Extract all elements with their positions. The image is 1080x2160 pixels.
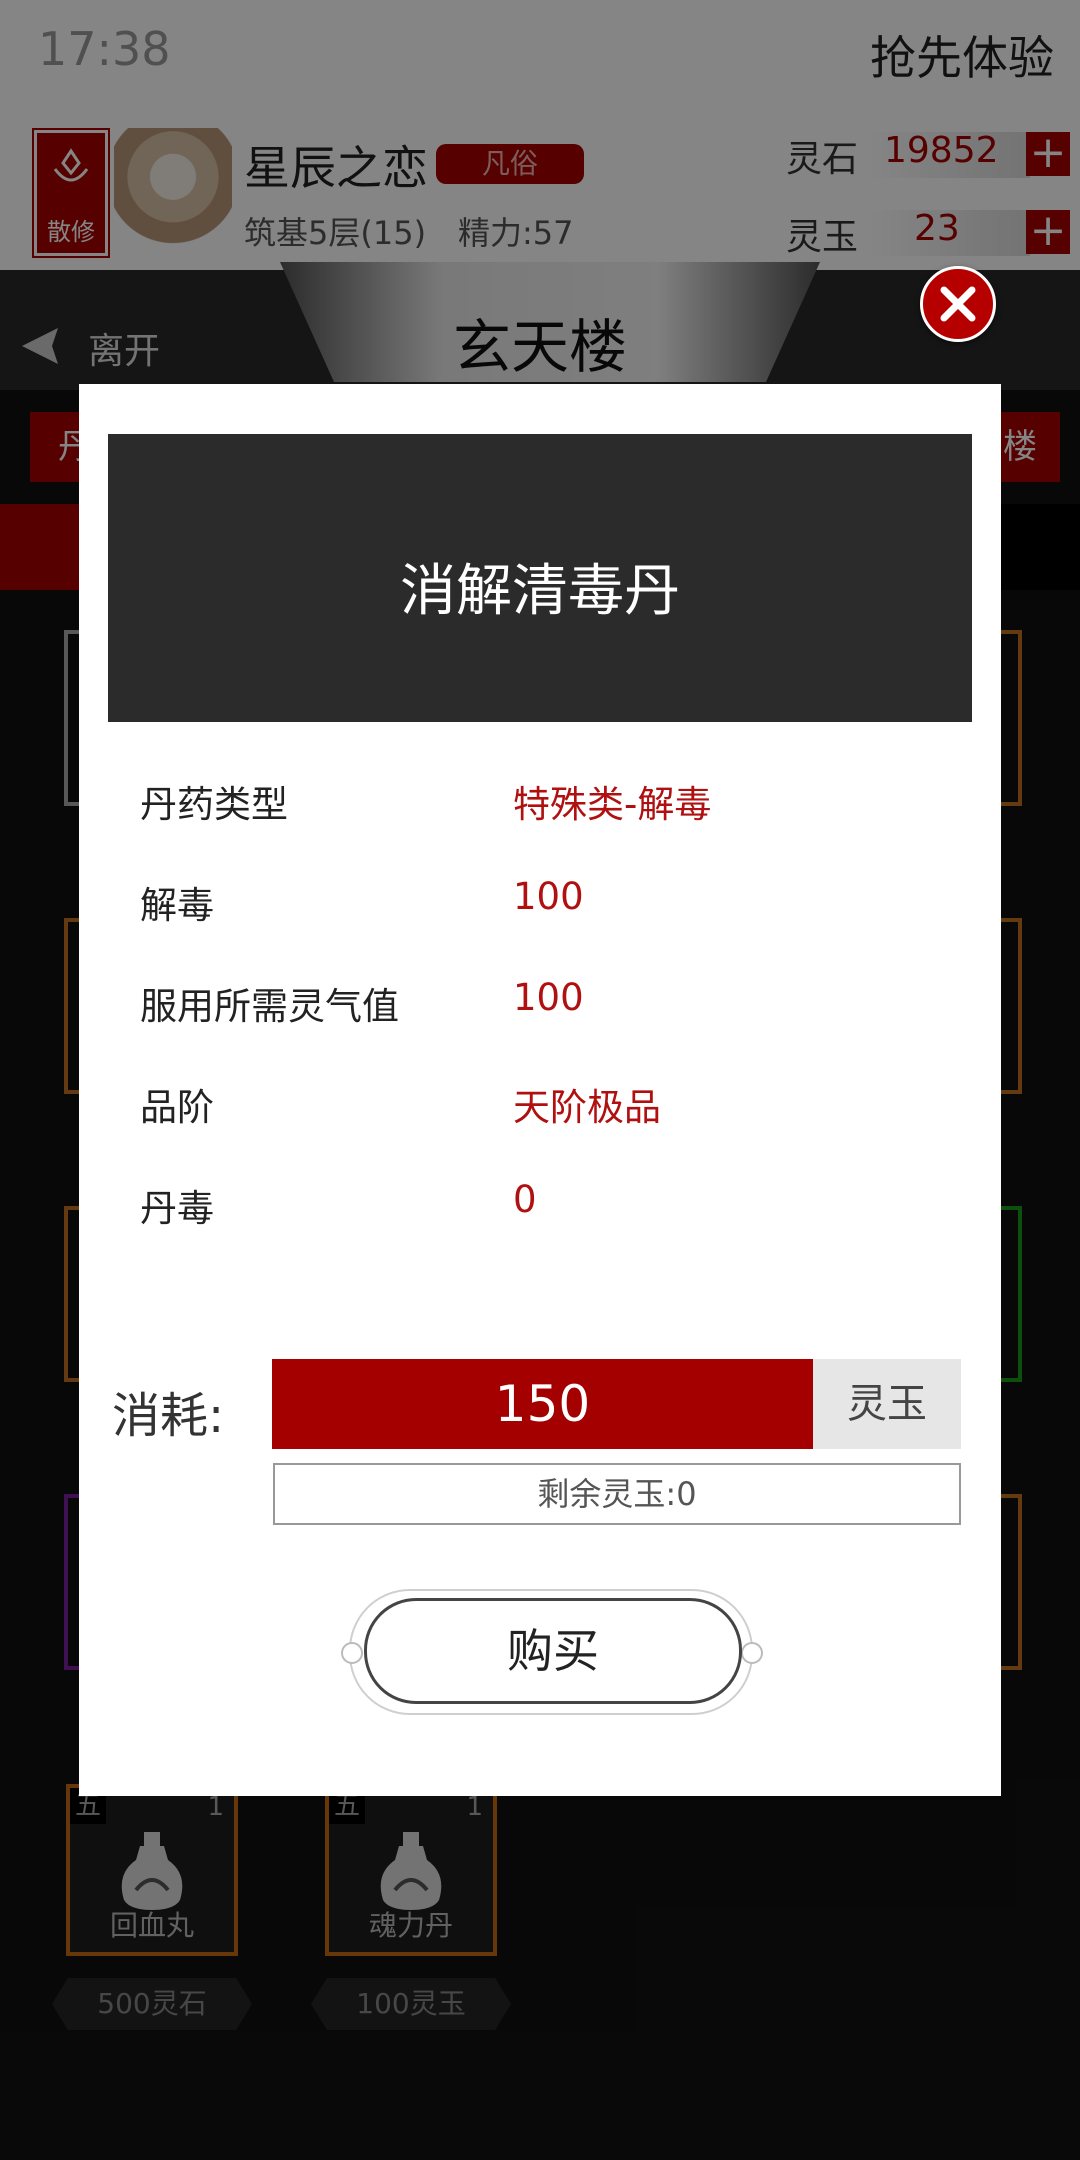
attr-label: 服用所需灵气值 (140, 985, 399, 1028)
cost-value: 150 (272, 1359, 813, 1449)
buy-button[interactable]: 购买 (364, 1598, 742, 1704)
close-button[interactable] (920, 266, 996, 342)
remaining-balance: 剩余灵玉:0 (273, 1463, 961, 1525)
dialog-title: 消解清毒丹 (400, 559, 680, 624)
buy-frame-knob (341, 1642, 363, 1664)
close-icon (940, 286, 976, 322)
attr-label: 丹药类型 (140, 783, 288, 826)
attr-label: 丹毒 (140, 1187, 214, 1230)
item-detail-dialog: 消解清毒丹 丹药类型 特殊类-解毒 解毒 100 服用所需灵气值 100 品阶 … (79, 384, 1001, 1796)
attr-value: 特殊类-解毒 (513, 783, 712, 826)
cost-currency: 灵玉 (813, 1359, 961, 1449)
attr-value: 天阶极品 (513, 1086, 661, 1129)
cost-label: 消耗: (112, 1388, 225, 1444)
buy-frame-knob (741, 1642, 763, 1664)
dialog-header: 消解清毒丹 (108, 434, 972, 722)
attr-label: 品阶 (140, 1086, 214, 1129)
attr-label: 解毒 (140, 884, 214, 927)
attr-value: 0 (513, 1178, 537, 1221)
attr-value: 100 (513, 875, 584, 918)
attr-value: 100 (513, 976, 584, 1019)
